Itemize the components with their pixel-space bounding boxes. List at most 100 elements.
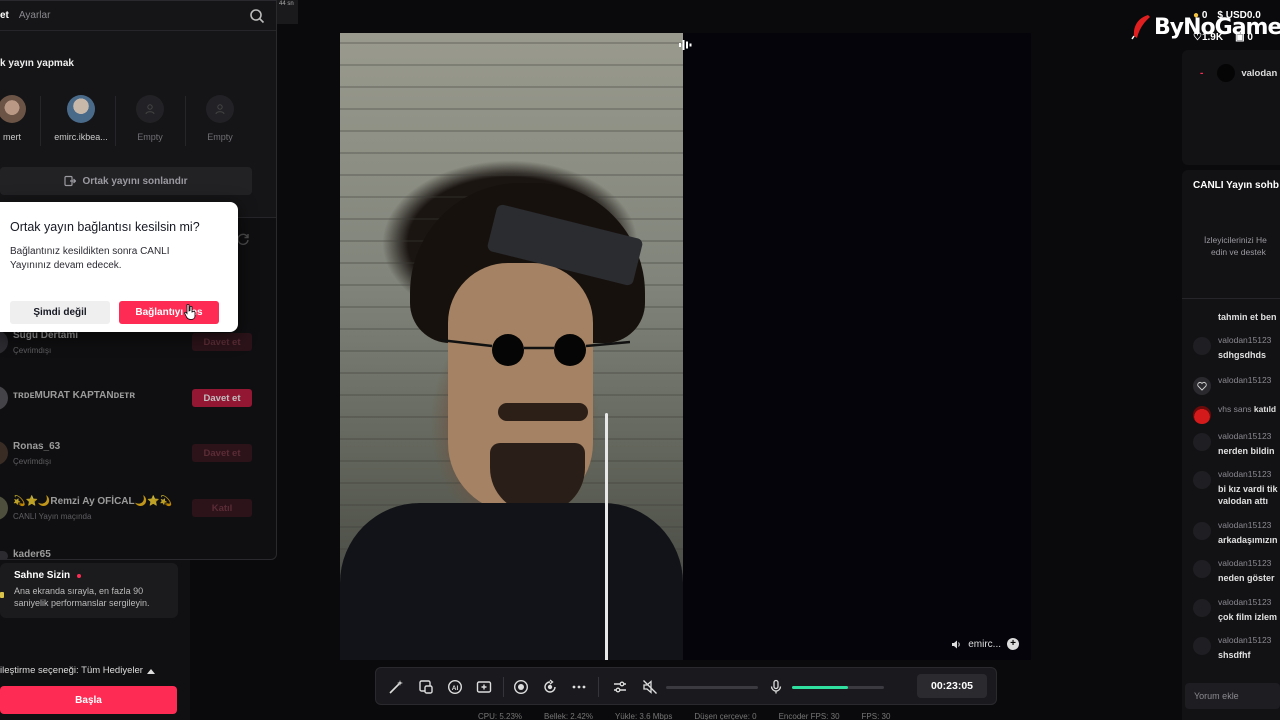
avatar (1193, 337, 1211, 355)
slot-label: Empty (207, 132, 233, 142)
speaker-icon[interactable] (951, 639, 962, 650)
caret-up-icon (146, 668, 155, 674)
upload-stat: Yükle: 3.6 Mbps (614, 712, 673, 720)
mic-level-slider[interactable] (792, 686, 884, 689)
end-cohost-button[interactable]: Ortak yayını sonlandır (0, 167, 252, 195)
earphone-cable (605, 413, 608, 660)
end-cohost-label: Ortak yayını sonlandır (82, 175, 188, 187)
brand-name: ByNoGame (1154, 14, 1280, 40)
stream-stage: emirc... + (340, 33, 1031, 660)
message-text: neden göster (1218, 573, 1275, 583)
search-icon[interactable] (249, 8, 265, 24)
audio-level-icon (679, 40, 692, 50)
scene-icon[interactable] (418, 679, 434, 695)
fps-stat: FPS: 30 (861, 712, 891, 720)
add-source-icon[interactable] (476, 679, 492, 695)
slot-label: Empty (137, 132, 163, 142)
chat-info-line: edin ve destek (1211, 247, 1266, 257)
slot-3[interactable]: Empty (115, 91, 185, 151)
toolbar-divider (503, 677, 504, 697)
slot-2[interactable]: emirc.ikbea... (46, 91, 116, 151)
disconnect-dialog: Ortak yayın bağlantısı kesilsin mi? Bağl… (0, 202, 238, 332)
message-text: bi kız vardi tik (1218, 484, 1278, 494)
message-author: valodan15123 (1218, 635, 1272, 645)
avatar (1193, 599, 1211, 617)
disconnect-button[interactable]: Bağlantıyı kes (119, 301, 219, 324)
viewer-panel: - valodan (1182, 50, 1280, 165)
message-text: shsdfhf (1218, 650, 1251, 660)
message-author: vhs sans (1218, 404, 1252, 414)
slot-4[interactable]: Empty (185, 91, 255, 151)
more-icon[interactable] (571, 679, 587, 695)
record-icon[interactable] (513, 679, 529, 695)
avatar (67, 95, 95, 123)
feather-logo-icon (1131, 15, 1150, 40)
mini-indicator-text: 44 sn (279, 1, 294, 7)
gift-option-selector[interactable]: ileştirme seçeneği: Tüm Hediyeler (0, 665, 155, 676)
chat-info-line: İzleyicilerinizi He (1204, 235, 1267, 245)
message-text: katıld (1253, 404, 1277, 414)
slot-divider (40, 96, 41, 146)
chat-title: CANLI Yayın sohb (1193, 180, 1279, 191)
cohost-slots: mert emirc.ikbea... Empty Empty (0, 91, 265, 151)
magic-wand-icon[interactable] (388, 679, 404, 695)
speaker-muted-icon[interactable] (642, 679, 658, 695)
avatar (1217, 64, 1236, 82)
message-author: valodan15123 (1218, 375, 1272, 385)
guest-tag: emirc... + (951, 638, 1019, 650)
stream-timer: 00:23:05 (917, 674, 987, 698)
volume-slider[interactable] (666, 686, 758, 689)
message-text: valodan attı (1218, 496, 1269, 506)
sunglasses-shape (440, 334, 630, 366)
dialog-body: Bağlantınız kesildikten sonra CANLI Yayı… (10, 246, 170, 271)
message-text: arkadaşımızın (1218, 535, 1278, 545)
stage-icon (0, 592, 4, 598)
start-button[interactable]: Başla (0, 686, 177, 714)
avatar (1193, 522, 1211, 540)
avatar (1193, 471, 1211, 489)
svg-text:AI: AI (452, 685, 459, 692)
dialog-title: Ortak yayın bağlantısı kesilsin mi? (10, 220, 200, 234)
avatar (1193, 433, 1211, 451)
host-camera-feed (340, 33, 683, 660)
mic-level-fill (792, 686, 849, 689)
comment-input[interactable]: Yorum ekle (1185, 683, 1280, 709)
gift-option-label: ileştirme seçeneği: Tüm Hediyeler (0, 665, 143, 676)
mini-indicator: 44 sn (277, 0, 298, 24)
stage-description: Ana ekranda sırayla, en fazla 90 saniyel… (14, 586, 150, 608)
viewer-name: valodan (1241, 67, 1278, 79)
message-author: valodan15123 (1218, 469, 1272, 479)
guest-name: emirc... (968, 638, 1001, 650)
status-bar: CPU: 5.23% Bellek: 2.42% Yükle: 3.6 Mbps… (478, 712, 890, 720)
empty-user-icon (136, 95, 164, 123)
replay-icon[interactable] (542, 679, 558, 695)
section-title: k yayın yapmak (0, 58, 74, 69)
message-author: valodan15123 (1218, 558, 1272, 568)
ai-icon[interactable]: AI (447, 679, 463, 695)
stream-toolbar: AI 00:23:05 (375, 667, 997, 705)
microphone-icon[interactable] (768, 679, 784, 695)
memory-stat: Bellek: 2.42% (544, 712, 593, 720)
divider (1182, 298, 1280, 299)
message-text: çok film izlem (1218, 612, 1278, 622)
slot-label: emirc.ikbea... (54, 132, 108, 142)
message-author: valodan15123 (1218, 335, 1272, 345)
tab-settings[interactable]: Ayarlar (19, 10, 51, 21)
tab-cohost[interactable]: et (0, 10, 9, 21)
stage-title: Sahne Sizin (14, 570, 170, 581)
join-notice: vhs sans katıld (1218, 404, 1276, 414)
message-author: valodan15123 (1218, 431, 1272, 441)
message-text: nerden bildin (1218, 446, 1275, 456)
not-now-button[interactable]: Şimdi değil (10, 301, 110, 324)
avatar (1193, 560, 1211, 578)
dropped-frames-stat: Düşen çerçeve: 0 (694, 712, 757, 720)
cpu-stat: CPU: 5.23% (478, 712, 523, 720)
add-icon[interactable]: + (1007, 638, 1019, 650)
settings-sliders-icon[interactable] (612, 679, 628, 695)
heart-icon (1193, 377, 1211, 395)
rank-dash: - (1200, 67, 1204, 79)
stage-info-card: Sahne Sizin Ana ekranda sırayla, en fazl… (0, 563, 178, 618)
brand-watermark: ByNoGame (1130, 14, 1280, 40)
viewer-row[interactable]: - valodan (1200, 64, 1277, 82)
empty-user-icon (206, 95, 234, 123)
